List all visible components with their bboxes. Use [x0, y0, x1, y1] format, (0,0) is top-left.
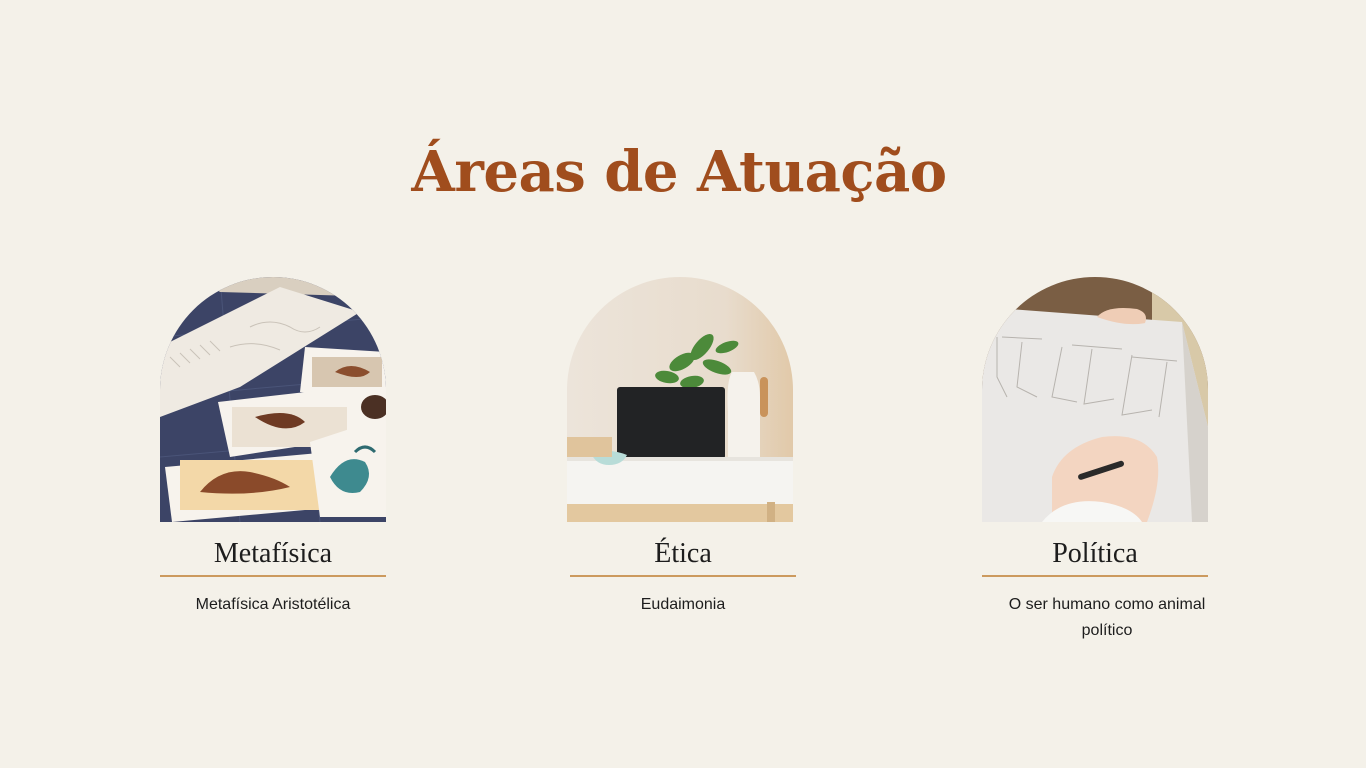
- card-etica: Ética Eudaimonia: [567, 277, 796, 618]
- card-politica: Política O ser humano como animal políti…: [982, 277, 1208, 644]
- card-description: Metafísica Aristotélica: [195, 596, 351, 613]
- drawing-sketch-photo: [982, 277, 1208, 522]
- card-description: O ser humano como animal político: [1008, 596, 1206, 639]
- divider: [570, 575, 796, 577]
- laptop-desk-photo: [567, 277, 793, 522]
- card-title: Política: [1052, 538, 1138, 569]
- card-metafisica: Metafísica Metafísica Aristotélica: [160, 277, 386, 618]
- slide: Áreas de Atuação Metafísica Metafísica A…: [0, 0, 1366, 768]
- card-description: Eudaimonia: [640, 596, 726, 613]
- divider: [160, 575, 386, 577]
- fashion-sketches-photo: [160, 277, 386, 522]
- page-title: Áreas de Atuação: [411, 139, 947, 205]
- card-title: Ética: [654, 538, 712, 569]
- divider: [982, 575, 1208, 577]
- card-title: Metafísica: [213, 538, 333, 569]
